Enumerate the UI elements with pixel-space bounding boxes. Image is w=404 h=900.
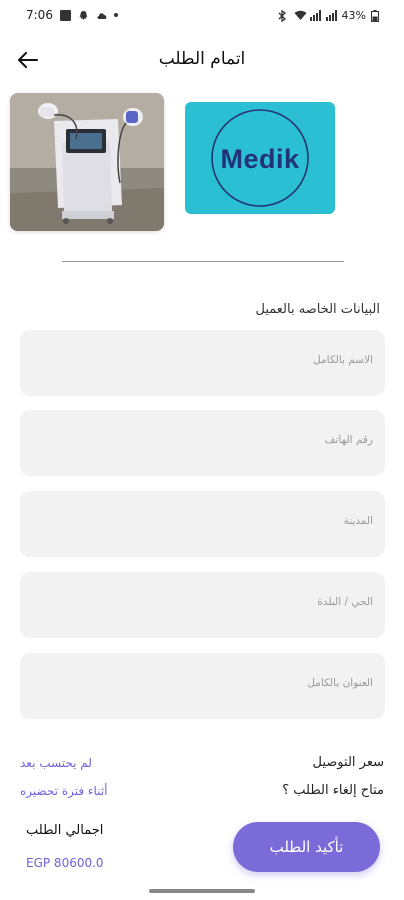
order-total-value: EGP 80600.0 — [26, 856, 104, 870]
shipping-price-label: سعر التوصيل — [312, 755, 385, 770]
wifi-icon — [294, 10, 307, 21]
snapchat-notification-icon — [78, 10, 89, 21]
signal-2-icon — [325, 9, 337, 21]
full-name-field[interactable]: الاسم بالكامل — [20, 330, 385, 396]
city-field[interactable]: المدينة — [20, 491, 385, 557]
battery-percent: 43% — [341, 8, 366, 22]
order-total-label: اجمالي الطلب — [26, 823, 104, 838]
status-time: 7:06 — [26, 8, 53, 22]
cloud-notification-icon — [96, 10, 107, 21]
cancel-availability-label: متاح إلغاء الطلب ؟ — [282, 783, 384, 798]
brand-logo-card[interactable]: Medik — [185, 102, 335, 214]
status-bar: 7:06 43% — [0, 0, 404, 30]
full-name-placeholder: الاسم بالكامل — [313, 354, 373, 366]
app-bar: اتمام الطلب — [0, 40, 404, 80]
district-placeholder: الحي / البلدة — [317, 596, 373, 608]
home-indicator[interactable] — [149, 889, 255, 893]
bluetooth-icon — [278, 9, 289, 22]
city-placeholder: المدينة — [343, 515, 373, 527]
shipping-price-value: لم يحتسب بعد — [20, 756, 92, 770]
status-right: 43% — [278, 9, 382, 22]
confirm-order-button[interactable]: تأكيد الطلب — [233, 822, 380, 872]
brand-logo-text: Medik — [220, 144, 300, 174]
divider — [62, 261, 344, 262]
phone-field[interactable]: رقم الهاتف — [20, 410, 385, 476]
address-field[interactable]: العنوان بالكامل — [20, 653, 385, 719]
address-placeholder: العنوان بالكامل — [307, 677, 373, 689]
signal-1-icon — [309, 9, 321, 21]
status-left: 7:06 — [26, 8, 118, 22]
cancel-availability-value: أثناء فترة تحضيره — [20, 784, 108, 798]
product-image[interactable] — [10, 93, 164, 231]
district-field[interactable]: الحي / البلدة — [20, 572, 385, 638]
customer-data-section-title: البيانات الخاصه بالعميل — [255, 302, 381, 317]
phone-placeholder: رقم الهاتف — [324, 434, 373, 446]
battery-icon — [371, 9, 382, 22]
more-notifications-icon — [113, 13, 118, 17]
medik-logo: Medik — [208, 106, 312, 210]
page-title: اتمام الطلب — [158, 49, 246, 69]
gallery-notification-icon — [59, 9, 71, 21]
